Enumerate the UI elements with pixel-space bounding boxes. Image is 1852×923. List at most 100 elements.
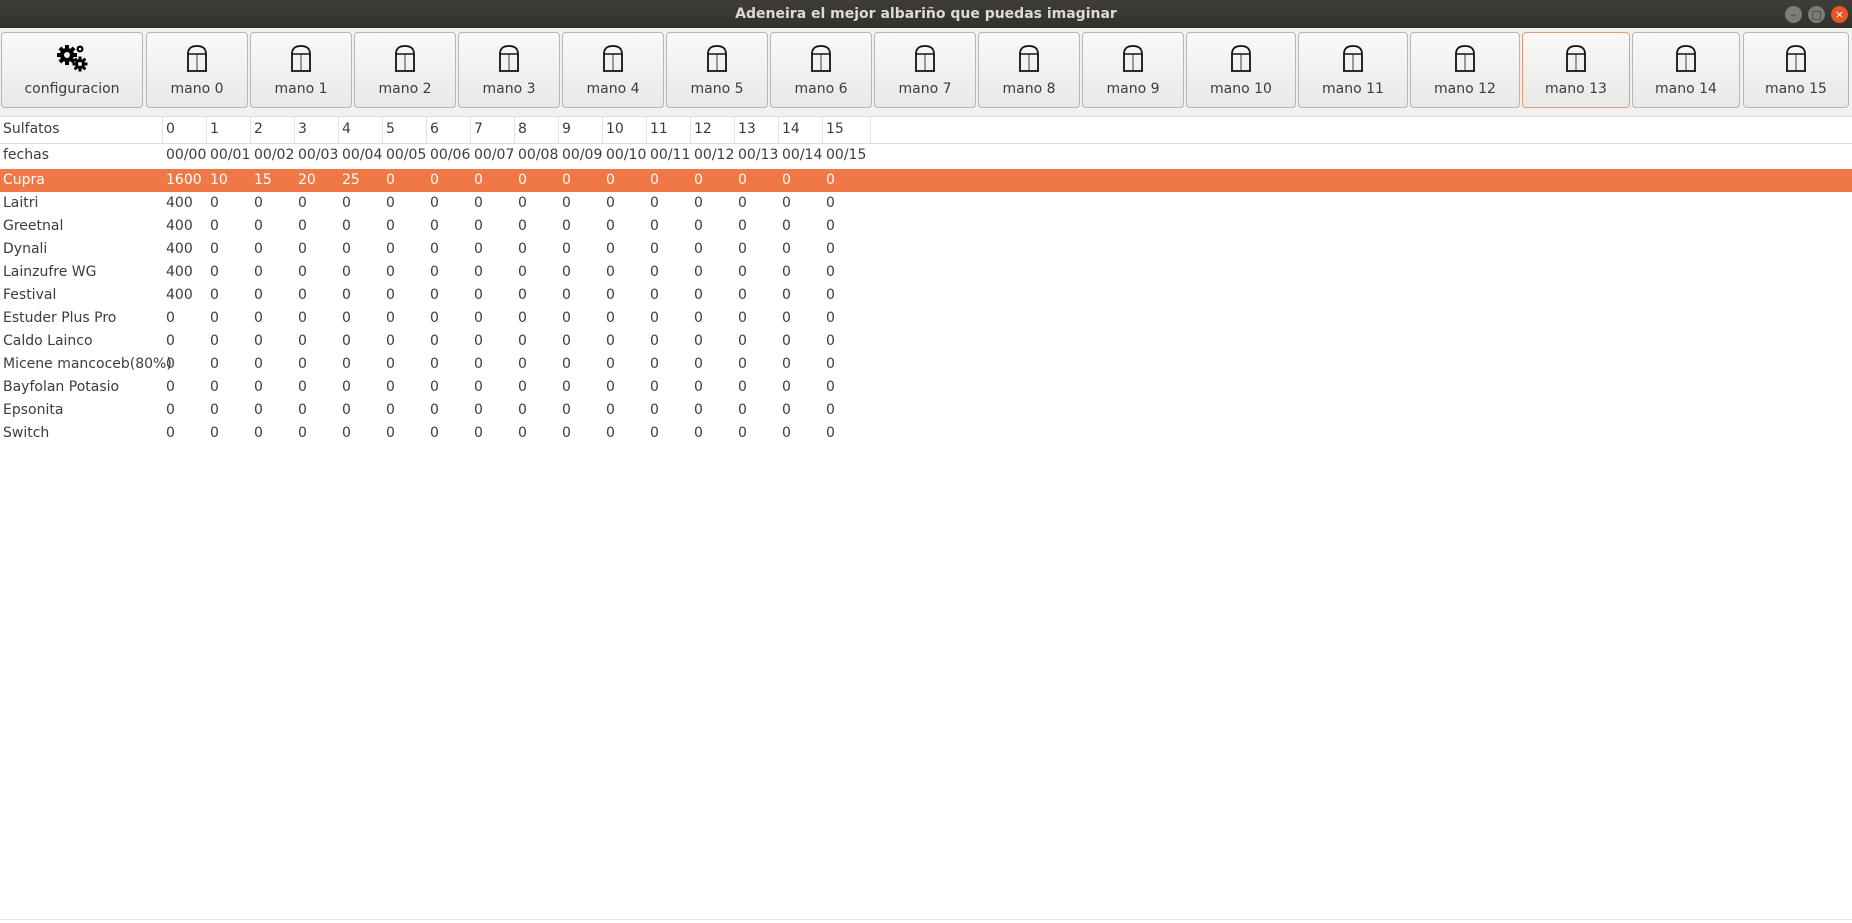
mano-3-button[interactable]: mano 3 [458,32,560,108]
mano-6-button[interactable]: mano 6 [770,32,872,108]
column-separator[interactable] [558,117,559,144]
value-cell: 0 [650,218,659,234]
column-header-sulfatos[interactable]: Sulfatos [3,121,60,137]
value-cell: 0 [298,425,307,441]
value-cell: 0 [562,310,571,326]
column-separator[interactable] [294,117,295,144]
table-row[interactable]: Caldo Lainco 0 0 0 0 0 0 0 0 0 0 0 0 0 0 0 0 [0,330,1852,353]
maximize-button[interactable]: □ [1808,6,1825,23]
value-cell: 0 [474,172,483,188]
mano-9-button[interactable]: mano 9 [1082,32,1184,108]
table-row[interactable]: Bayfolan Potasio 0 0 0 0 0 0 0 0 0 0 0 0 0 0 0 0 [0,376,1852,399]
column-separator[interactable] [250,117,251,144]
column-header[interactable]: 6 [430,121,439,137]
mano-1-button[interactable]: mano 1 [250,32,352,108]
value-cell: 0 [826,310,835,326]
value-cell: 0 [826,402,835,418]
barn-door-icon [602,43,624,73]
column-header[interactable]: 9 [562,121,571,137]
mano-14-button[interactable]: mano 14 [1632,32,1740,108]
table-row[interactable]: Dynali 400 0 0 0 0 0 0 0 0 0 0 0 0 0 0 0 [0,238,1852,261]
column-separator[interactable] [690,117,691,144]
barn-door-icon [810,43,832,73]
mano-0-button[interactable]: mano 0 [146,32,248,108]
value-cell: 0 [738,195,747,211]
value-cell: 0 [342,310,351,326]
table-row[interactable]: Estuder Plus Pro 0 0 0 0 0 0 0 0 0 0 0 0 0 0 0 0 [0,307,1852,330]
value-cell: 0 [474,310,483,326]
column-separator[interactable] [426,117,427,144]
column-header[interactable]: 4 [342,121,351,137]
column-header[interactable]: 1 [210,121,219,137]
product-name: Caldo Lainco [3,333,93,349]
configuracion-button[interactable]: configuracion [1,32,143,108]
minimize-button[interactable]: – [1785,6,1802,23]
column-separator[interactable] [778,117,779,144]
value-cell: 0 [782,425,791,441]
table-row[interactable]: Switch 0 0 0 0 0 0 0 0 0 0 0 0 0 0 0 0 [0,422,1852,445]
column-separator[interactable] [646,117,647,144]
value-cell: 0 [430,333,439,349]
mano-10-button[interactable]: mano 10 [1186,32,1296,108]
column-header[interactable]: 12 [694,121,712,137]
close-button[interactable]: × [1831,6,1848,23]
mano-7-button[interactable]: mano 7 [874,32,976,108]
barn-door-icon [706,43,728,73]
table-row[interactable]: Greetnal 400 0 0 0 0 0 0 0 0 0 0 0 0 0 0 0 [0,215,1852,238]
column-separator[interactable] [822,117,823,144]
value-cell: 0 [474,379,483,395]
column-header[interactable]: 13 [738,121,756,137]
barn-door-icon [914,43,936,73]
column-separator[interactable] [338,117,339,144]
column-separator[interactable] [602,117,603,144]
mano-5-button[interactable]: mano 5 [666,32,768,108]
column-header[interactable]: 14 [782,121,800,137]
mano-13-button[interactable]: mano 13 [1522,32,1630,108]
column-separator[interactable] [382,117,383,144]
column-header[interactable]: 2 [254,121,263,137]
column-separator[interactable] [870,117,871,144]
column-header[interactable]: 8 [518,121,527,137]
column-header[interactable]: 10 [606,121,624,137]
column-header[interactable]: 7 [474,121,483,137]
value-cell: 0 [518,172,527,188]
table-row[interactable]: Cupra 1600 10 15 20 25 0 0 0 0 0 0 0 0 0 0 0 [0,169,1852,192]
table-row[interactable]: Lainzufre WG 400 0 0 0 0 0 0 0 0 0 0 0 0 0 0 0 [0,261,1852,284]
column-separator[interactable] [734,117,735,144]
mano-4-button[interactable]: mano 4 [562,32,664,108]
value-cell: 0 [518,218,527,234]
value-cell: 0 [650,172,659,188]
mano-12-button[interactable]: mano 12 [1410,32,1520,108]
column-separator[interactable] [162,117,163,144]
column-header[interactable]: 11 [650,121,668,137]
mano-2-button[interactable]: mano 2 [354,32,456,108]
table-row[interactable]: Epsonita 0 0 0 0 0 0 0 0 0 0 0 0 0 0 0 0 [0,399,1852,422]
value-cell: 0 [474,287,483,303]
table-row[interactable]: Laitri 400 0 0 0 0 0 0 0 0 0 0 0 0 0 0 0 [0,192,1852,215]
table-row[interactable]: Micene mancoceb(80%) 0 0 0 0 0 0 0 0 0 0 0 0 0 0 0 0 [0,353,1852,376]
column-header[interactable]: 3 [298,121,307,137]
value-cell: 0 [562,241,571,257]
mano-11-button[interactable]: mano 11 [1298,32,1408,108]
mano-label: mano 10 [1210,81,1272,97]
value-cell: 15 [254,172,272,188]
column-separator[interactable] [206,117,207,144]
column-separator[interactable] [470,117,471,144]
value-cell: 0 [210,264,219,280]
column-separator[interactable] [514,117,515,144]
value-cell: 400 [166,264,193,280]
value-cell: 0 [298,333,307,349]
value-cell: 0 [210,333,219,349]
column-header[interactable]: 5 [386,121,395,137]
column-header[interactable]: 0 [166,121,175,137]
table-row[interactable]: Festival 400 0 0 0 0 0 0 0 0 0 0 0 0 0 0 0 [0,284,1852,307]
mano-8-button[interactable]: mano 8 [978,32,1080,108]
mano-15-button[interactable]: mano 15 [1743,32,1849,108]
value-cell: 0 [166,425,175,441]
column-header[interactable]: 15 [826,121,844,137]
value-cell: 0 [386,310,395,326]
product-name: Greetnal [3,218,64,234]
mano-label: mano 7 [898,81,952,97]
date-cell: 00/06 [430,147,471,163]
value-cell: 0 [254,379,263,395]
